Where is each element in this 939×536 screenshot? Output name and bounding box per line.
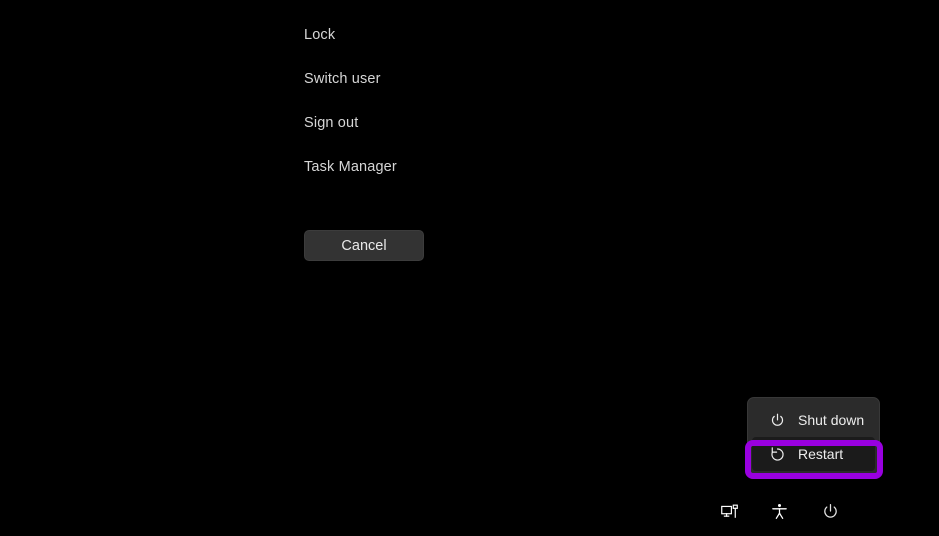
power-icon <box>768 411 787 430</box>
security-options-list: Lock Switch user Sign out Task Manager <box>304 18 724 194</box>
power-menu-item-label: Restart <box>798 446 844 462</box>
security-option-switch-user[interactable]: Switch user <box>304 62 724 96</box>
power-icon[interactable] <box>813 496 847 526</box>
power-flyout-menu: Shut down Restart <box>747 397 880 477</box>
accessibility-icon[interactable] <box>763 496 797 526</box>
power-menu-item-shut-down[interactable]: Shut down <box>752 403 875 437</box>
security-option-lock[interactable]: Lock <box>304 18 724 52</box>
security-option-sign-out[interactable]: Sign out <box>304 106 724 140</box>
security-option-task-manager[interactable]: Task Manager <box>304 150 724 184</box>
network-icon[interactable] <box>712 496 746 526</box>
restart-icon <box>768 445 787 464</box>
power-menu-item-restart[interactable]: Restart <box>752 437 875 471</box>
cancel-button[interactable]: Cancel <box>304 230 424 261</box>
power-menu-item-label: Shut down <box>798 412 865 428</box>
tray-icon-group <box>712 496 847 526</box>
